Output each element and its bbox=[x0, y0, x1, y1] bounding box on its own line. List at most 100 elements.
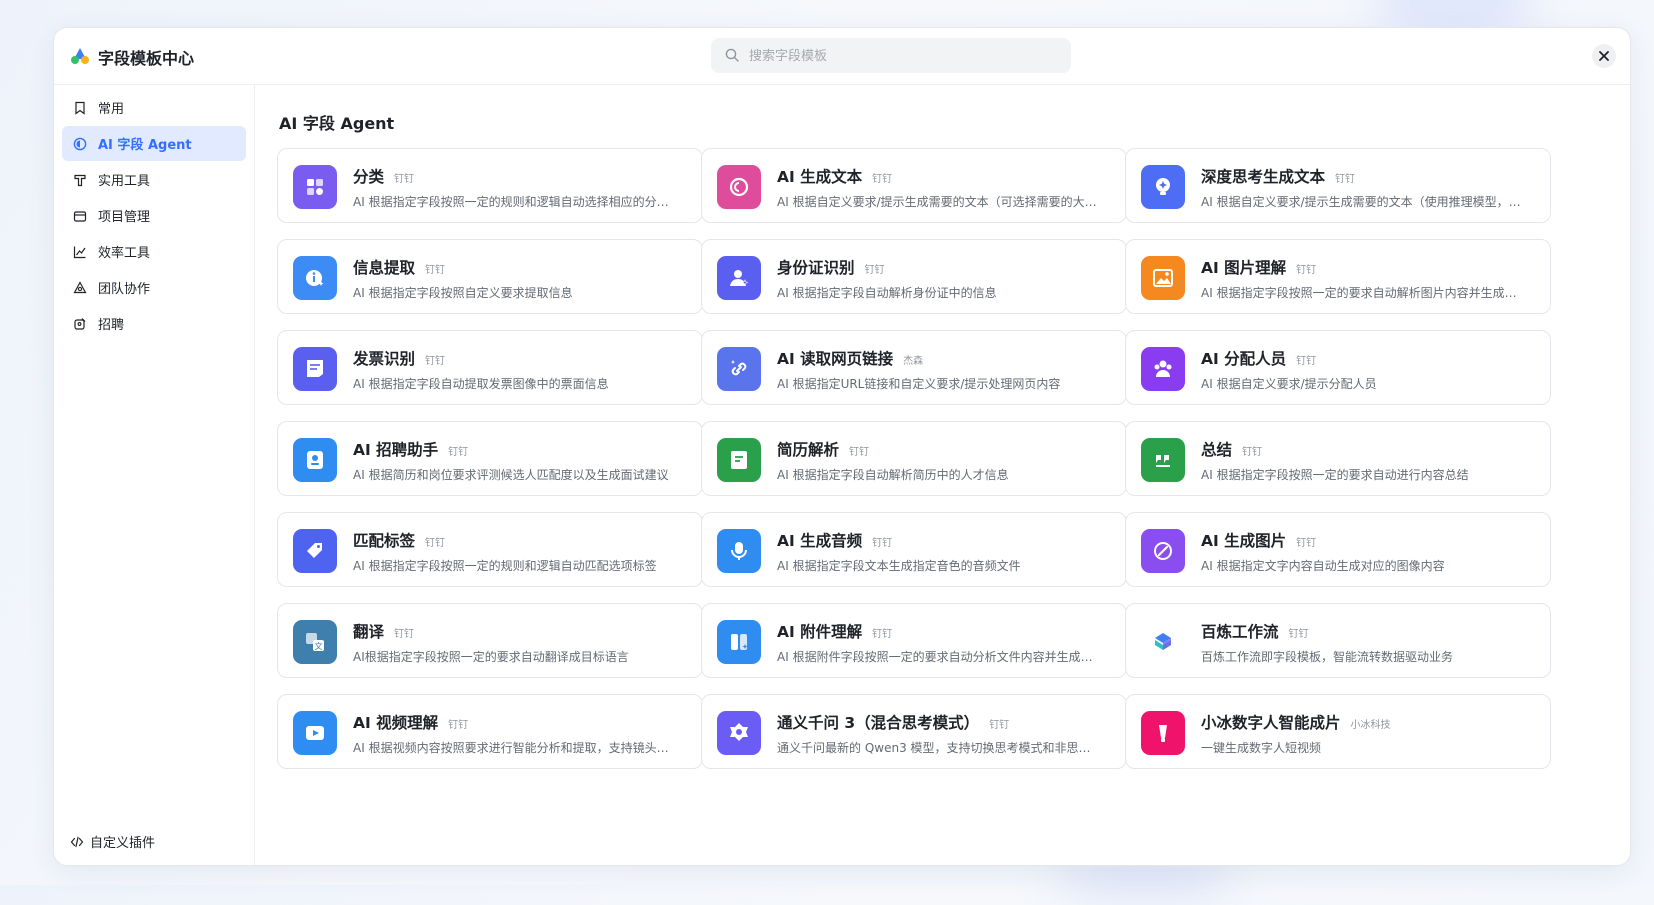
card-provider-tag: 钉钉 bbox=[394, 174, 415, 185]
card-description: AI根据指定字段按照一定的要求自动翻译成目标语言 bbox=[353, 650, 629, 664]
attachment-icon bbox=[717, 620, 761, 664]
card-title: 简历解析 钉钉 bbox=[777, 438, 869, 460]
code-icon bbox=[70, 835, 84, 849]
template-card[interactable]: 深度思考生成文本 钉钉 AI 根据自定义要求/提示生成需要的文本（使用推理模型，可.… bbox=[1125, 148, 1551, 223]
card-title: 百炼工作流 钉钉 bbox=[1201, 620, 1309, 642]
template-card[interactable]: 总结 钉钉 AI 根据指定字段按照一定的要求自动进行内容总结 bbox=[1125, 421, 1551, 496]
sidebar-item-label: 实用工具 bbox=[98, 174, 151, 189]
template-card[interactable]: 简历解析 钉钉 AI 根据指定字段自动解析简历中的人才信息 bbox=[701, 421, 1127, 496]
card-provider-tag: 钉钉 bbox=[448, 447, 469, 458]
template-card[interactable]: 匹配标签 钉钉 AI 根据指定字段按照一定的规则和逻辑自动匹配选项标签 bbox=[277, 512, 703, 587]
template-card[interactable]: AI 生成图片 钉钉 AI 根据指定文字内容自动生成对应的图像内容 bbox=[1125, 512, 1551, 587]
card-description: AI 根据指定字段自动解析身份证中的信息 bbox=[777, 286, 997, 300]
template-card[interactable]: 文 翻译 钉钉 AI根据指定字段按照一定的要求自动翻译成目标语言 bbox=[277, 603, 703, 678]
template-card[interactable]: 身份证识别 钉钉 AI 根据指定字段自动解析身份证中的信息 bbox=[701, 239, 1127, 314]
card-description: AI 根据自定义要求/提示生成需要的文本（使用推理模型，可... bbox=[1201, 195, 1526, 209]
search-input[interactable] bbox=[747, 38, 1051, 75]
recruit-icon bbox=[72, 316, 88, 332]
card-description: AI 根据指定字段自动提取发票图像中的票面信息 bbox=[353, 377, 609, 391]
sidebar-item-efficiency[interactable]: 效率工具 bbox=[62, 234, 246, 269]
card-description: AI 根据指定文字内容自动生成对应的图像内容 bbox=[1201, 559, 1445, 573]
card-name: 匹配标签 bbox=[353, 532, 416, 550]
template-card[interactable]: AI 生成音频 钉钉 AI 根据指定字段文本生成指定音色的音频文件 bbox=[701, 512, 1127, 587]
card-name: AI 生成图片 bbox=[1201, 532, 1287, 550]
card-name: 信息提取 bbox=[353, 259, 416, 277]
sidebar-item-label: 招聘 bbox=[98, 318, 125, 333]
card-description: AI 根据附件字段按照一定的要求自动分析文件内容并生成文本 bbox=[777, 650, 1102, 664]
sidebar-item-tools[interactable]: 实用工具 bbox=[62, 162, 246, 197]
card-name: AI 图片理解 bbox=[1201, 259, 1287, 277]
sidebar-item-team[interactable]: 团队协作 bbox=[62, 270, 246, 305]
team-icon bbox=[72, 280, 88, 296]
card-title: 深度思考生成文本 钉钉 bbox=[1201, 165, 1355, 187]
qwen-logo-icon bbox=[717, 711, 761, 755]
card-title: AI 图片理解 钉钉 bbox=[1201, 256, 1316, 278]
card-description: AI 根据指定字段按照一定的规则和逻辑自动匹配选项标签 bbox=[353, 559, 657, 573]
mic-icon bbox=[717, 529, 761, 573]
card-name: 翻译 bbox=[353, 623, 385, 641]
card-description: AI 根据指定字段按照一定的要求自动解析图片内容并生成文本 bbox=[1201, 286, 1526, 300]
translate-icon: 文 bbox=[293, 620, 337, 664]
close-button[interactable] bbox=[1592, 44, 1616, 68]
template-card[interactable]: AI 分配人员 钉钉 AI 根据自定义要求/提示分配人员 bbox=[1125, 330, 1551, 405]
template-center-modal: 字段模板中心 常用 AI 字段 Agent bbox=[53, 27, 1631, 866]
search-box[interactable] bbox=[711, 38, 1071, 75]
card-provider-tag: 钉钉 bbox=[864, 265, 885, 276]
card-provider-tag: 钉钉 bbox=[872, 174, 893, 185]
card-name: 小冰数字人智能成片 bbox=[1201, 714, 1341, 732]
template-card[interactable]: 百炼工作流 钉钉百炼工作流即字段模板，智能流转数据驱动业务 bbox=[1125, 603, 1551, 678]
video-icon bbox=[293, 711, 337, 755]
chart-line-icon bbox=[72, 244, 88, 260]
template-card[interactable]: 通义千问 3（混合思考模式） 钉钉 通义千问最新的 Qwen3 模型，支持切换思考模… bbox=[701, 694, 1127, 769]
template-card[interactable]: 小冰数字人智能成片 小冰科技 一键生成数字人短视频 bbox=[1125, 694, 1551, 769]
ai-text-icon bbox=[717, 165, 761, 209]
card-title: 匹配标签 钉钉 bbox=[353, 529, 445, 551]
sidebar: 常用 AI 字段 Agent 实用工具 项目管理 效率工具 团队协作 招聘 自定… bbox=[54, 84, 255, 865]
card-title: 总结 钉钉 bbox=[1201, 438, 1262, 460]
template-card[interactable]: 信息提取 钉钉 AI 根据指定字段按照自定义要求提取信息 bbox=[277, 239, 703, 314]
template-card[interactable]: 发票识别 钉钉 AI 根据指定字段自动提取发票图像中的票面信息 bbox=[277, 330, 703, 405]
card-provider-tag: 钉钉 bbox=[872, 538, 893, 549]
main-content: AI 字段 Agent 分类 钉钉 AI 根据指定字段按照一定的规则和逻辑自动选择相… bbox=[255, 84, 1630, 865]
card-description: AI 根据指定字段按照一定的规则和逻辑自动选择相应的分类... bbox=[353, 195, 678, 209]
card-title: 小冰数字人智能成片 小冰科技 bbox=[1201, 711, 1391, 733]
invoice-icon bbox=[293, 347, 337, 391]
card-name: 简历解析 bbox=[777, 441, 840, 459]
template-card[interactable]: AI 招聘助手 钉钉 AI 根据简历和岗位要求评测候选人匹配度以及生成面试建议 bbox=[277, 421, 703, 496]
quote-icon bbox=[1141, 438, 1185, 482]
card-provider-tag: 钉钉 bbox=[872, 629, 893, 640]
bookmark-icon bbox=[72, 100, 88, 116]
card-provider-tag: 钉钉 bbox=[1335, 174, 1356, 185]
template-card[interactable]: 分类 钉钉 AI 根据指定字段按照一定的规则和逻辑自动选择相应的分类... bbox=[277, 148, 703, 223]
card-title: AI 招聘助手 钉钉 bbox=[353, 438, 468, 460]
card-provider-tag: 钉钉 bbox=[1288, 629, 1309, 640]
bulb-icon bbox=[1141, 165, 1185, 209]
card-description: AI 根据自定义要求/提示分配人员 bbox=[1201, 377, 1377, 391]
svg-text:文: 文 bbox=[315, 641, 323, 651]
template-card[interactable]: AI 读取网页链接 杰森 AI 根据指定URL链接和自定义要求/提示处理网页内容 bbox=[701, 330, 1127, 405]
card-description: AI 根据指定字段文本生成指定音色的音频文件 bbox=[777, 559, 1021, 573]
template-card[interactable]: AI 视频理解 钉钉 AI 根据视频内容按照要求进行智能分析和提取，支持镜头识... bbox=[277, 694, 703, 769]
card-name: 通义千问 3（混合思考模式） bbox=[777, 714, 980, 732]
tag-icon bbox=[293, 529, 337, 573]
card-provider-tag: 钉钉 bbox=[394, 629, 415, 640]
card-description: 百炼工作流即字段模板，智能流转数据驱动业务 bbox=[1201, 650, 1454, 664]
sidebar-item-recruit[interactable]: 招聘 bbox=[62, 306, 246, 341]
search-icon bbox=[725, 48, 739, 62]
custom-plugin-link[interactable]: 自定义插件 bbox=[70, 832, 155, 851]
card-title: AI 生成图片 钉钉 bbox=[1201, 529, 1316, 551]
card-name: 分类 bbox=[353, 168, 385, 186]
template-card[interactable]: AI 生成文本 钉钉 AI 根据自定义要求/提示生成需要的文本（可选择需要的大模型.… bbox=[701, 148, 1127, 223]
folder-icon bbox=[72, 208, 88, 224]
template-card[interactable]: AI 图片理解 钉钉 AI 根据指定字段按照一定的要求自动解析图片内容并生成文本 bbox=[1125, 239, 1551, 314]
card-name: 身份证识别 bbox=[777, 259, 855, 277]
sidebar-item-project[interactable]: 项目管理 bbox=[62, 198, 246, 233]
card-provider-tag: 钉钉 bbox=[1242, 447, 1263, 458]
sidebar-item-ai-agent[interactable]: AI 字段 Agent bbox=[62, 126, 246, 161]
sidebar-item-label: 效率工具 bbox=[98, 246, 151, 261]
sidebar-item-label: 项目管理 bbox=[98, 210, 151, 225]
image-icon bbox=[1141, 256, 1185, 300]
sidebar-item-common[interactable]: 常用 bbox=[62, 90, 246, 125]
card-name: AI 招聘助手 bbox=[353, 441, 439, 459]
template-card[interactable]: AI 附件理解 钉钉 AI 根据附件字段按照一定的要求自动分析文件内容并生成文本 bbox=[701, 603, 1127, 678]
